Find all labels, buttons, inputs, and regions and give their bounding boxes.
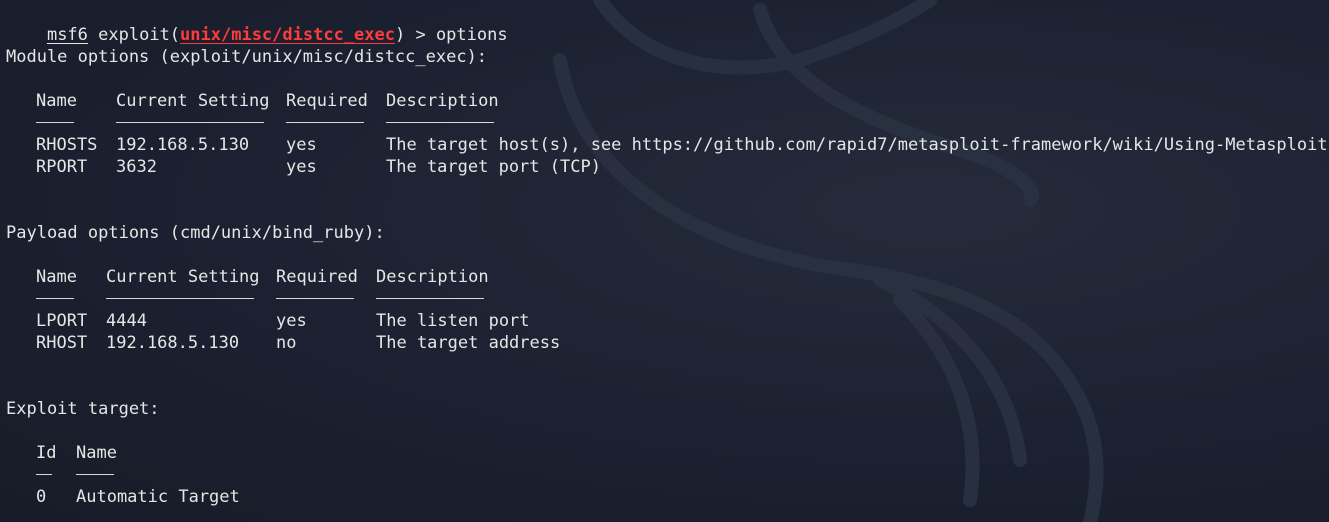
module-row-required: yes <box>286 135 317 155</box>
command-prompt-line: msf6 exploit(unix/misc/distcc_exec) > op… <box>6 2 508 45</box>
payload-col-description-underline <box>376 298 484 299</box>
module-row-name: RHOSTS <box>36 135 98 155</box>
payload-row-required: yes <box>276 311 307 331</box>
module-row-name: RPORT <box>36 157 88 177</box>
payload-row-description: The listen port <box>376 311 530 331</box>
target-col-id-header: Id <box>36 443 57 463</box>
payload-col-setting-header: Current Setting <box>106 267 260 287</box>
exploit-prefix: exploit( <box>98 25 181 45</box>
target-col-id-underline <box>36 474 52 475</box>
kali-dragon-watermark <box>553 0 1104 522</box>
payload-row-setting: 4444 <box>106 311 147 331</box>
payload-row-description: The target address <box>376 333 561 353</box>
module-col-setting-underline <box>116 122 264 123</box>
module-col-description-underline <box>386 122 494 123</box>
payload-options-heading: Payload options (cmd/unix/bind_ruby): <box>6 223 385 243</box>
target-row-name: Automatic Target <box>76 487 240 507</box>
payload-col-required-header: Required <box>276 267 358 287</box>
module-path: unix/misc/distcc_exec <box>180 25 395 45</box>
typed-command: options <box>435 25 508 45</box>
payload-col-description-header: Description <box>376 267 489 287</box>
msf-prompt-label: msf6 <box>46 25 88 45</box>
payload-col-name-underline <box>36 298 74 299</box>
payload-col-name-header: Name <box>36 267 77 287</box>
module-row-setting: 3632 <box>116 157 157 177</box>
module-col-required-header: Required <box>286 91 368 111</box>
module-options-heading: Module options (exploit/unix/misc/distcc… <box>6 47 488 67</box>
payload-row-name: RHOST <box>36 333 88 353</box>
terminal-window[interactable]: msf6 exploit(unix/misc/distcc_exec) > op… <box>0 0 1329 522</box>
module-row-required: yes <box>286 157 317 177</box>
exploit-target-heading: Exploit target: <box>6 399 160 419</box>
payload-col-setting-underline <box>106 298 254 299</box>
module-row-description: The target host(s), see https://github.c… <box>386 135 1328 155</box>
module-row-setting: 192.168.5.130 <box>116 135 250 155</box>
module-col-name-underline <box>36 122 74 123</box>
prompt-suffix: ) > <box>394 25 436 45</box>
module-col-setting-header: Current Setting <box>116 91 270 111</box>
module-col-required-underline <box>286 122 364 123</box>
module-col-name-header: Name <box>36 91 77 111</box>
payload-row-required: no <box>276 333 297 353</box>
target-col-name-header: Name <box>76 443 117 463</box>
module-col-description-header: Description <box>386 91 499 111</box>
target-row-id: 0 <box>36 487 47 507</box>
payload-row-setting: 192.168.5.130 <box>106 333 240 353</box>
payload-row-name: LPORT <box>36 311 88 331</box>
module-row-description: The target port (TCP) <box>386 157 601 177</box>
payload-col-required-underline <box>276 298 354 299</box>
target-col-name-underline <box>76 474 114 475</box>
